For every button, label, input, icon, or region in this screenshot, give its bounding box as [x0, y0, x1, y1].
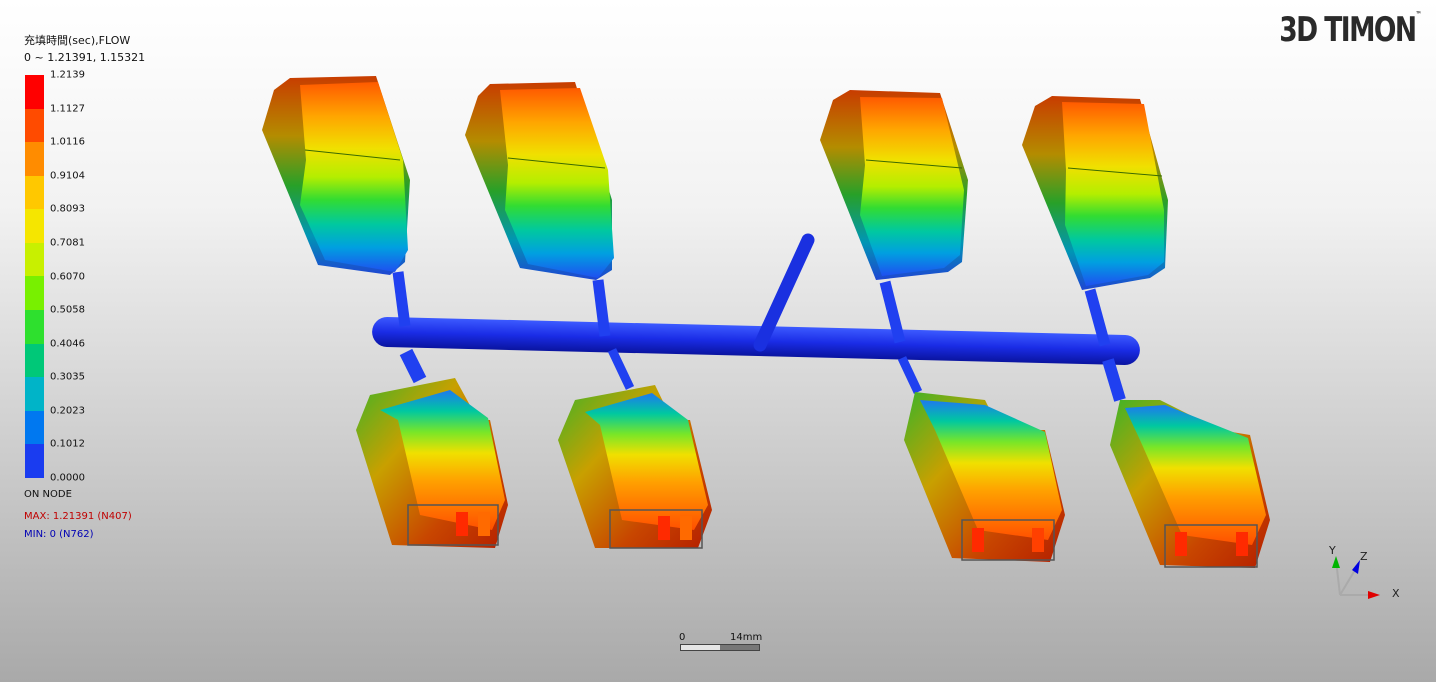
top-part-1 — [262, 76, 410, 275]
scale-bar-graphic — [680, 644, 760, 651]
bottom-part-2 — [558, 385, 712, 549]
top-part-2 — [465, 82, 614, 280]
axis-triad — [1332, 556, 1380, 599]
top-part-3 — [820, 90, 968, 280]
model-viewport[interactable]: Y Z X — [0, 0, 1436, 682]
axis-y-label: Y — [1328, 544, 1336, 557]
axis-z-label: Z — [1360, 550, 1368, 563]
axis-x-label: X — [1392, 587, 1400, 600]
bottom-part-1 — [356, 378, 508, 548]
runner-system — [372, 233, 1140, 402]
scale-length: 14mm — [730, 632, 763, 643]
scale-zero: 0 — [679, 632, 686, 643]
bottom-part-3 — [904, 392, 1065, 562]
bottom-part-4 — [1110, 400, 1270, 568]
top-part-4 — [1022, 96, 1168, 290]
